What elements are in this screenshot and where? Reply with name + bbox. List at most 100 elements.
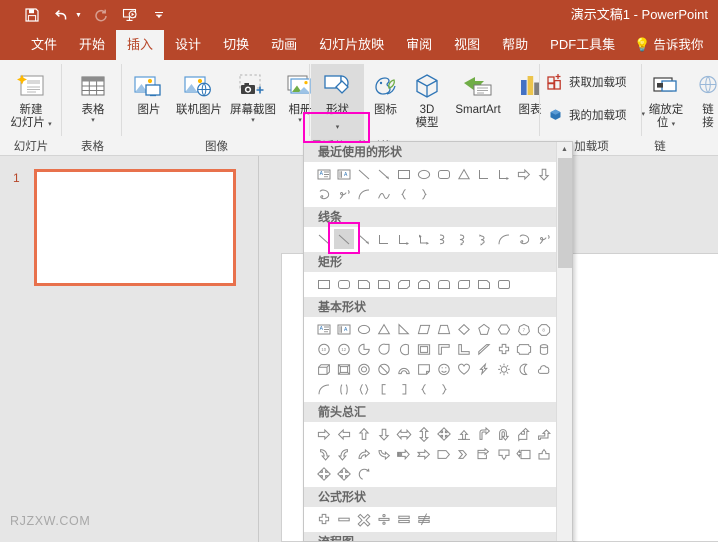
shape-curved-up-arrow[interactable]: [354, 444, 374, 464]
shape-rounded-rectangle[interactable]: [434, 164, 454, 184]
shape-moon[interactable]: [514, 359, 534, 379]
shape-right-arrow-callout[interactable]: [474, 444, 494, 464]
shape-cloud[interactable]: [534, 359, 554, 379]
shape-isosceles-triangle[interactable]: [374, 319, 394, 339]
new-slide-caret-icon[interactable]: ▾: [48, 121, 52, 128]
shape-rounded-rectangle[interactable]: [334, 274, 354, 294]
screenshot-caret-icon[interactable]: ▾: [230, 117, 276, 125]
shape-left-up-arrow[interactable]: [514, 424, 534, 444]
shape-round-single-corner[interactable]: [374, 274, 394, 294]
shape-elbow-double-arrow[interactable]: [414, 229, 434, 249]
screenshot-button[interactable]: 屏幕截图 ▾: [227, 64, 279, 125]
tab-9[interactable]: 帮助: [491, 30, 539, 60]
shape-striped-right-arrow[interactable]: [394, 444, 414, 464]
shapes-caret-icon[interactable]: ▾: [336, 124, 340, 132]
shape-right-bracket[interactable]: [394, 379, 414, 399]
shape-diagonal-stripe[interactable]: [474, 339, 494, 359]
tab-1[interactable]: 开始: [68, 30, 116, 60]
shape-not-equal-sign[interactable]: [414, 509, 434, 529]
shape-pentagon[interactable]: [474, 319, 494, 339]
shape-bent-up-arrow[interactable]: [534, 424, 554, 444]
customize-qat-icon[interactable]: [149, 5, 169, 25]
shape-rectangle[interactable]: [394, 164, 414, 184]
shape-trapezoid[interactable]: [434, 319, 454, 339]
shape-block-arc[interactable]: [394, 359, 414, 379]
undo-dropdown-icon[interactable]: ▼: [75, 12, 82, 19]
start-presentation-icon[interactable]: [120, 5, 140, 25]
redo-icon[interactable]: [91, 5, 111, 25]
shape-hexagon[interactable]: [494, 319, 514, 339]
shape-textbox[interactable]: A: [314, 319, 334, 339]
shape-multiply-sign[interactable]: [354, 509, 374, 529]
scroll-up-icon[interactable]: ▲: [557, 142, 572, 157]
shape-parallelogram[interactable]: [414, 319, 434, 339]
shape-scribble[interactable]: [334, 184, 354, 204]
tab-7[interactable]: 审阅: [395, 30, 443, 60]
shape-down-arrow[interactable]: [374, 424, 394, 444]
shape-vertical-textbox[interactable]: A: [334, 164, 354, 184]
shape-bevel[interactable]: [334, 359, 354, 379]
shape-down-arrow[interactable]: [534, 164, 554, 184]
shape-smiley-face[interactable]: [434, 359, 454, 379]
shape-right-arrow[interactable]: [514, 164, 534, 184]
shape-curved-connector[interactable]: [434, 229, 454, 249]
shape-left-arrow[interactable]: [334, 424, 354, 444]
shape-right-brace[interactable]: [434, 379, 454, 399]
shape-u-turn-arrow[interactable]: [494, 424, 514, 444]
shape-plaque[interactable]: [514, 339, 534, 359]
slide-thumbnail-1[interactable]: [34, 169, 236, 286]
shape-tri-arrow[interactable]: [454, 424, 474, 444]
shape-lightning-bolt[interactable]: [474, 359, 494, 379]
shape-elbow-arrow-connector[interactable]: [494, 164, 514, 184]
undo-icon[interactable]: [51, 5, 71, 25]
shape-no-symbol[interactable]: [374, 359, 394, 379]
shape-textbox[interactable]: A: [314, 164, 334, 184]
shape-line-arrow[interactable]: [374, 164, 394, 184]
tab-3[interactable]: 设计: [164, 30, 212, 60]
shape-corner[interactable]: [454, 339, 474, 359]
new-slide-button[interactable]: 新建 幻灯片 ▾: [4, 64, 58, 130]
shape-right-triangle[interactable]: [394, 319, 414, 339]
shape-cross[interactable]: [494, 339, 514, 359]
smartart-button[interactable]: SmartArt: [447, 64, 509, 117]
shape-curved-left-arrow[interactable]: [334, 444, 354, 464]
shape-snip-round-single-corner[interactable]: [474, 274, 494, 294]
save-icon[interactable]: [22, 5, 42, 25]
shape-chevron-arrow[interactable]: [454, 444, 474, 464]
shape-cube[interactable]: [314, 359, 334, 379]
get-addins-button[interactable]: 获取加载项: [547, 73, 627, 90]
shape-line[interactable]: [354, 164, 374, 184]
shape-curve-arc[interactable]: [374, 184, 394, 204]
shape-octagon[interactable]: 8: [534, 319, 554, 339]
table-caret-icon[interactable]: ▾: [82, 117, 105, 125]
shape-left-arrow-callout[interactable]: [514, 444, 534, 464]
shape-up-arrow-callout[interactable]: [534, 444, 554, 464]
tab-8[interactable]: 视图: [443, 30, 491, 60]
shape-vertical-textbox[interactable]: A: [334, 319, 354, 339]
shape-round-same-side-corner[interactable]: [434, 274, 454, 294]
shape-left-brace[interactable]: [414, 379, 434, 399]
zoom-button[interactable]: 缩放定 位 ▾: [644, 64, 688, 130]
shape-curved-right-arrow[interactable]: [314, 444, 334, 464]
scroll-thumb[interactable]: [558, 158, 572, 268]
shape-line-diagonal-selected[interactable]: [334, 229, 354, 249]
shape-line-arrow[interactable]: [354, 229, 374, 249]
tell-me-box[interactable]: 💡 告诉我你: [626, 30, 703, 60]
link-button[interactable]: 链 接: [689, 64, 718, 130]
shape-heart[interactable]: [454, 359, 474, 379]
shape-pie[interactable]: [354, 339, 374, 359]
shape-cylinder[interactable]: [534, 339, 554, 359]
shapes-menu-scrollbar[interactable]: ▲: [556, 142, 572, 541]
shape-four-way-arrow-callout[interactable]: [334, 464, 354, 484]
shape-notched-right-arrow[interactable]: [414, 444, 434, 464]
shape-equal-sign[interactable]: [394, 509, 414, 529]
shape-arc[interactable]: [314, 379, 334, 399]
shape-minus-sign[interactable]: [334, 509, 354, 529]
shape-freeform[interactable]: [514, 229, 534, 249]
icons-button[interactable]: 图标: [364, 64, 407, 117]
shape-round-diagonal-corner[interactable]: [454, 274, 474, 294]
shape-curved-down-arrow[interactable]: [374, 444, 394, 464]
shapes-dropdown-menu[interactable]: 最近使用的形状 A A 线条 矩形 基本形状 A A 7 8 10 12 箭头总汇 公式形状 流程图 ▲: [303, 141, 573, 542]
shape-sun[interactable]: [494, 359, 514, 379]
my-addins-button[interactable]: 我的加载项 ▾: [547, 106, 645, 123]
